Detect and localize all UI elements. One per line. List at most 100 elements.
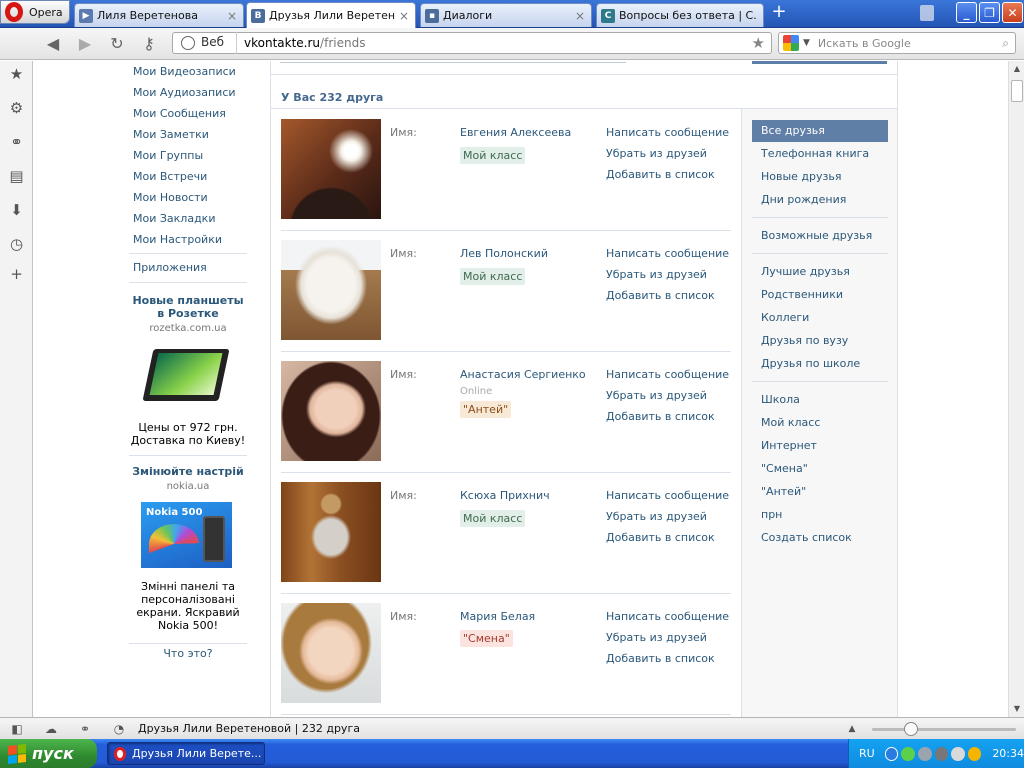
opera-menu-button[interactable]: Opera — [0, 0, 70, 24]
friend-avatar[interactable] — [281, 603, 381, 703]
menu-item-videos[interactable]: Мои Видеозаписи — [133, 65, 236, 78]
create-list-link[interactable]: Создать список — [761, 531, 852, 544]
menu-item-news[interactable]: Мои Новости — [133, 191, 208, 204]
add-panel-plus-icon[interactable]: + — [8, 266, 25, 283]
opera-unite-icon[interactable]: ☁ — [44, 722, 58, 736]
search-box-edge[interactable] — [280, 61, 626, 63]
filter-relatives[interactable]: Родственники — [761, 288, 843, 301]
menu-item-groups[interactable]: Мои Группы — [133, 149, 203, 162]
ad-info[interactable]: Что это? — [129, 647, 247, 660]
write-message-link[interactable]: Написать сообщение — [606, 610, 729, 623]
zoom-slider-knob[interactable] — [904, 722, 918, 736]
panel-toggle-icon[interactable]: ◧ — [10, 722, 24, 736]
share-icon[interactable]: ⚭ — [8, 134, 25, 151]
zoom-slider-track[interactable] — [872, 728, 1016, 731]
bookmark-star-icon[interactable]: ★ — [752, 34, 765, 52]
what-is-this-link[interactable]: Что это? — [129, 647, 247, 660]
ad-title[interactable]: Новые планшеты в Розетке — [129, 294, 247, 320]
friend-avatar[interactable] — [281, 482, 381, 582]
friend-avatar[interactable] — [281, 361, 381, 461]
write-message-link[interactable]: Написать сообщение — [606, 368, 729, 381]
filter-colleagues[interactable]: Коллеги — [761, 311, 809, 324]
tab-dialogs[interactable]: ▪ Диалоги × — [420, 3, 592, 27]
write-message-link[interactable]: Написать сообщение — [606, 489, 729, 502]
turbo-icon[interactable]: ◔ — [112, 722, 126, 736]
ad-rozetka[interactable]: Новые планшеты в Розетке rozetka.com.ua — [129, 294, 247, 334]
friend-name[interactable]: Лев Полонский — [460, 247, 548, 260]
trash-icon[interactable] — [920, 5, 934, 21]
filter-new-friends[interactable]: Новые друзья — [761, 170, 841, 183]
nokia-phone-image[interactable]: Nokia 500 — [141, 502, 232, 568]
write-message-link[interactable]: Написать сообщение — [606, 126, 729, 139]
friend-name[interactable]: Евгения Алексеева — [460, 126, 571, 139]
add-to-list-link[interactable]: Добавить в список — [606, 410, 715, 423]
filter-list-school[interactable]: Школа — [761, 393, 800, 406]
filter-university[interactable]: Друзья по вузу — [761, 334, 848, 347]
key-icon[interactable]: ⚷ — [139, 34, 159, 54]
restore-button[interactable]: ❐ — [979, 2, 1000, 23]
menu-item-messages[interactable]: Мои Сообщения — [133, 107, 226, 120]
tray-network-icon[interactable] — [917, 746, 932, 761]
gear-icon[interactable]: ⚙ — [8, 100, 25, 117]
tray-volume-icon[interactable] — [951, 746, 965, 761]
filter-school-friends[interactable]: Друзья по школе — [761, 357, 860, 370]
search-engine-dropdown-icon[interactable]: ▼ — [803, 38, 810, 48]
taskbar-window-opera[interactable]: Друзья Лили Верете... — [107, 742, 265, 765]
new-tab-plus-icon[interactable]: + — [770, 3, 788, 22]
friend-avatar[interactable] — [281, 119, 381, 219]
menu-item-bookmarks[interactable]: Мои Закладки — [133, 212, 215, 225]
reload-icon[interactable]: ↻ — [107, 34, 127, 54]
search-field[interactable]: ▼ Искать в Google ⌕ — [778, 32, 1016, 54]
menu-item-audios[interactable]: Мои Аудиозаписи — [133, 86, 236, 99]
filter-list-my-class[interactable]: Мой класс — [761, 416, 820, 429]
close-tab-icon[interactable]: × — [575, 9, 585, 23]
friend-list-badge[interactable]: "Антей" — [460, 401, 512, 418]
tab-friends[interactable]: В Друзья Лили Веретено... × — [246, 2, 416, 28]
history-clock-icon[interactable]: ◷ — [8, 236, 25, 253]
friend-list-badge[interactable]: "Смена" — [460, 630, 513, 647]
remove-friend-link[interactable]: Убрать из друзей — [606, 510, 707, 523]
scrollbar-thumb[interactable] — [1011, 80, 1023, 102]
tray-arrow-icon[interactable] — [884, 746, 899, 761]
scroll-up-arrow-icon[interactable]: ▲ — [1009, 61, 1024, 77]
friend-name[interactable]: Ксюха Прихнич — [460, 489, 550, 502]
filter-phone-book[interactable]: Телефонная книга — [761, 147, 869, 160]
notes-icon[interactable]: ▤ — [8, 168, 25, 185]
friend-name[interactable]: Мария Белая — [460, 610, 535, 623]
remove-friend-link[interactable]: Убрать из друзей — [606, 147, 707, 160]
filter-best-friends[interactable]: Лучшие друзья — [761, 265, 850, 278]
menu-item-settings[interactable]: Мои Настройки — [133, 233, 222, 246]
back-arrow-icon[interactable]: ◀ — [43, 34, 63, 54]
tab-questions[interactable]: C Вопросы без ответа | С... — [596, 3, 764, 27]
tray-app-icon[interactable] — [934, 746, 949, 761]
remove-friend-link[interactable]: Убрать из друзей — [606, 268, 707, 281]
tablet-image[interactable] — [142, 347, 232, 407]
add-to-list-link[interactable]: Добавить в список — [606, 652, 715, 665]
filter-list-antei[interactable]: "Антей" — [761, 485, 806, 498]
bookmarks-star-icon[interactable]: ★ — [8, 66, 25, 83]
close-window-button[interactable]: ✕ — [1002, 2, 1023, 23]
zoom-up-arrow-icon[interactable]: ▲ — [845, 722, 859, 736]
close-tab-icon[interactable]: × — [399, 9, 409, 23]
address-bar[interactable]: Веб vkontakte.ru /friends ★ — [172, 32, 772, 54]
tab-lilya-profile[interactable]: ▶ Лиля Веретенова × — [74, 3, 244, 27]
filter-list-smena[interactable]: "Смена" — [761, 462, 808, 475]
add-to-list-link[interactable]: Добавить в список — [606, 531, 715, 544]
search-icon[interactable]: ⌕ — [1002, 36, 1009, 51]
filter-possible-friends[interactable]: Возможные друзья — [761, 229, 872, 242]
ad-nokia[interactable]: Змінюйте настрій nokia.ua — [129, 465, 247, 492]
filter-birthdays[interactable]: Дни рождения — [761, 193, 846, 206]
friend-list-badge[interactable]: Мой класс — [460, 510, 526, 527]
tray-check-icon[interactable] — [901, 746, 915, 761]
menu-item-apps[interactable]: Приложения — [133, 261, 207, 274]
downloads-icon[interactable]: ⬇ — [8, 202, 25, 219]
write-message-link[interactable]: Написать сообщение — [606, 247, 729, 260]
menu-item-notes[interactable]: Мои Заметки — [133, 128, 209, 141]
opera-link-icon[interactable]: ⚭ — [78, 722, 92, 736]
tray-messenger-icon[interactable] — [967, 746, 982, 761]
filter-list-prn[interactable]: прн — [761, 508, 782, 521]
scroll-down-arrow-icon[interactable]: ▼ — [1009, 701, 1024, 717]
start-button[interactable]: пуск — [0, 739, 97, 768]
filter-all-friends[interactable]: Все друзья — [761, 124, 825, 137]
close-tab-icon[interactable]: × — [227, 9, 237, 23]
